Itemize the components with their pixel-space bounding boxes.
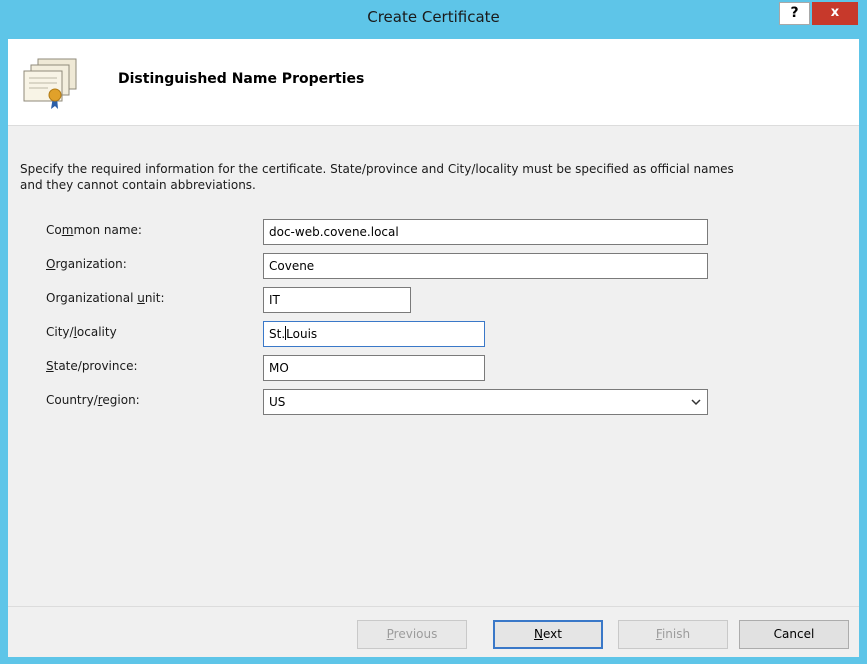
dialog-client-area: Distinguished Name Properties Specify th… [8,39,859,657]
window-title: Create Certificate [367,8,500,26]
wizard-header: Distinguished Name Properties [8,39,859,126]
next-button[interactable]: Next [493,620,603,649]
city-label: City/locality [46,325,117,339]
wizard-footer: Previous Next Finish Cancel [8,606,859,657]
organization-input[interactable]: Covene [263,253,708,279]
help-button[interactable]: ? [779,2,810,25]
cancel-button[interactable]: Cancel [739,620,849,649]
organization-label: Organization: [46,257,127,271]
previous-button[interactable]: Previous [357,620,467,649]
chevron-down-icon [691,399,701,406]
close-button[interactable]: x [812,2,858,25]
finish-button[interactable]: Finish [618,620,728,649]
state-label: State/province: [46,359,138,373]
common-name-label: Common name: [46,223,142,237]
country-select[interactable]: US [263,389,708,415]
wizard-body: Specify the required information for the… [8,126,859,606]
state-input[interactable]: MO [263,355,485,381]
instructions-text: Specify the required information for the… [20,162,734,192]
create-certificate-window: Create Certificate ? x Distinguished Nam… [0,0,867,664]
org-unit-label: Organizational unit: [46,291,165,305]
common-name-input[interactable]: doc-web.covene.local [263,219,708,245]
title-bar[interactable]: Create Certificate ? x [0,0,867,39]
country-value: US [269,395,286,409]
org-unit-input[interactable]: IT [263,287,411,313]
city-input[interactable]: St.Louis [263,321,485,347]
certificate-icon [23,58,77,109]
page-title: Distinguished Name Properties [118,71,365,87]
country-label: Country/region: [46,393,140,407]
